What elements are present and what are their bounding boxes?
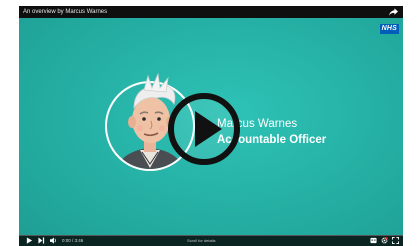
play-icon[interactable]	[164, 89, 244, 169]
video-title[interactable]: An overview by Marcus Warnes	[23, 7, 107, 17]
progress-bar[interactable]	[19, 235, 403, 236]
volume-icon[interactable]	[50, 237, 57, 244]
video-player[interactable]: An overview by Marcus Warnes NHS Marcus …	[19, 6, 403, 246]
next-icon[interactable]	[38, 237, 45, 244]
nhs-logo: NHS	[379, 24, 399, 34]
scroll-hint: Scroll for details	[187, 238, 216, 243]
play-small-icon[interactable]	[26, 237, 33, 244]
fullscreen-icon[interactable]	[392, 237, 399, 244]
captions-icon[interactable]	[370, 237, 377, 244]
share-icon[interactable]	[389, 8, 398, 16]
time-display: 0:00 / 3:46	[62, 238, 84, 243]
settings-icon[interactable]	[381, 237, 388, 244]
player-controls: 0:00 / 3:46 Scroll for details	[19, 235, 403, 246]
video-top-bar: An overview by Marcus Warnes	[19, 6, 403, 18]
